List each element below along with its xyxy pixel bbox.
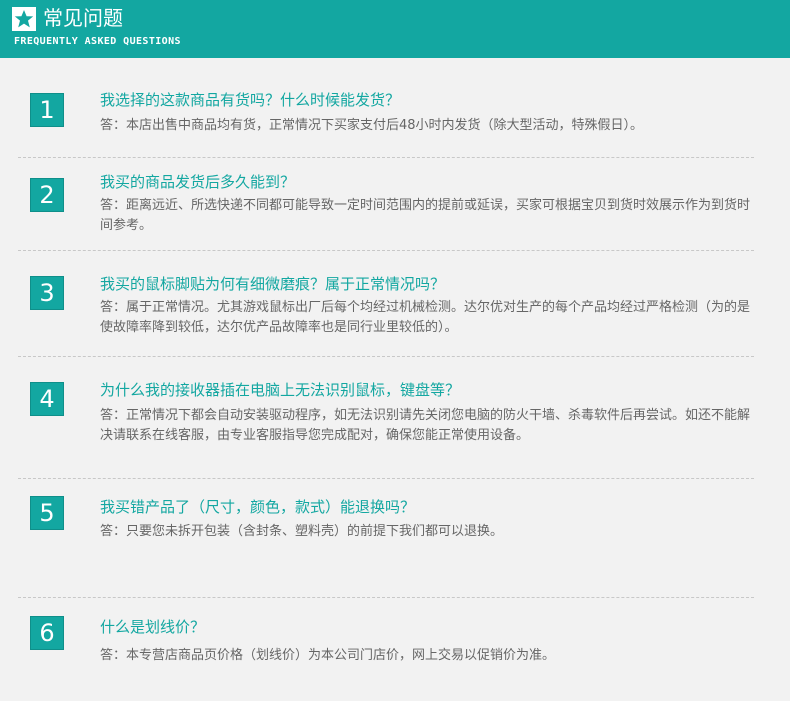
divider — [18, 157, 754, 158]
faq-question: 我买的鼠标脚贴为何有细微磨痕？属于正常情况吗？ — [100, 275, 446, 293]
page-subtitle: FREQUENTLY ASKED QUESTIONS — [14, 36, 181, 47]
faq-number-badge: 4 — [30, 382, 64, 416]
faq-question: 我买错产品了（尺寸，颜色，款式）能退换吗？ — [100, 498, 416, 516]
faq-answer: 答：正常情况下都会自动安装驱动程序，如无法识别请先关闭您电脑的防火干墙、杀毒软件… — [100, 408, 751, 443]
divider — [18, 250, 754, 251]
star-icon — [12, 7, 36, 31]
faq-answer: 答：本店出售中商品均有货，正常情况下买家支付后48小时内发货（除大型活动，特殊假… — [100, 118, 644, 133]
page-title: 常见问题 — [43, 6, 123, 30]
divider — [18, 356, 754, 357]
faq-question: 为什么我的接收器插在电脑上无法识别鼠标，键盘等？ — [100, 381, 461, 399]
faq-question: 我买的商品发货后多久能到？ — [100, 173, 296, 191]
divider — [18, 597, 754, 598]
faq-number-badge: 5 — [30, 496, 64, 530]
faq-answer: 答：距离远近、所选快递不同都可能导致一定时间范围内的提前或延误，买家可根据宝贝到… — [100, 198, 751, 233]
faq-number-badge: 1 — [30, 93, 64, 127]
faq-answer: 答：本专营店商品页价格（划线价）为本公司门店价，网上交易以促销价为准。 — [100, 648, 556, 663]
faq-header: 常见问题 FREQUENTLY ASKED QUESTIONS — [0, 0, 790, 58]
faq-question: 我选择的这款商品有货吗？什么时候能发货？ — [100, 91, 401, 109]
faq-number-badge: 2 — [30, 178, 64, 212]
faq-number-badge: 6 — [30, 616, 64, 650]
faq-number-badge: 3 — [30, 276, 64, 310]
faq-question: 什么是划线价？ — [100, 618, 206, 636]
divider — [18, 478, 754, 479]
faq-answer: 答：只要您未拆开包装（含封条、塑料壳）的前提下我们都可以退换。 — [100, 524, 504, 539]
faq-answer: 答：属于正常情况。尤其游戏鼠标出厂后每个均经过机械检测。达尔优对生产的每个产品均… — [100, 300, 751, 335]
